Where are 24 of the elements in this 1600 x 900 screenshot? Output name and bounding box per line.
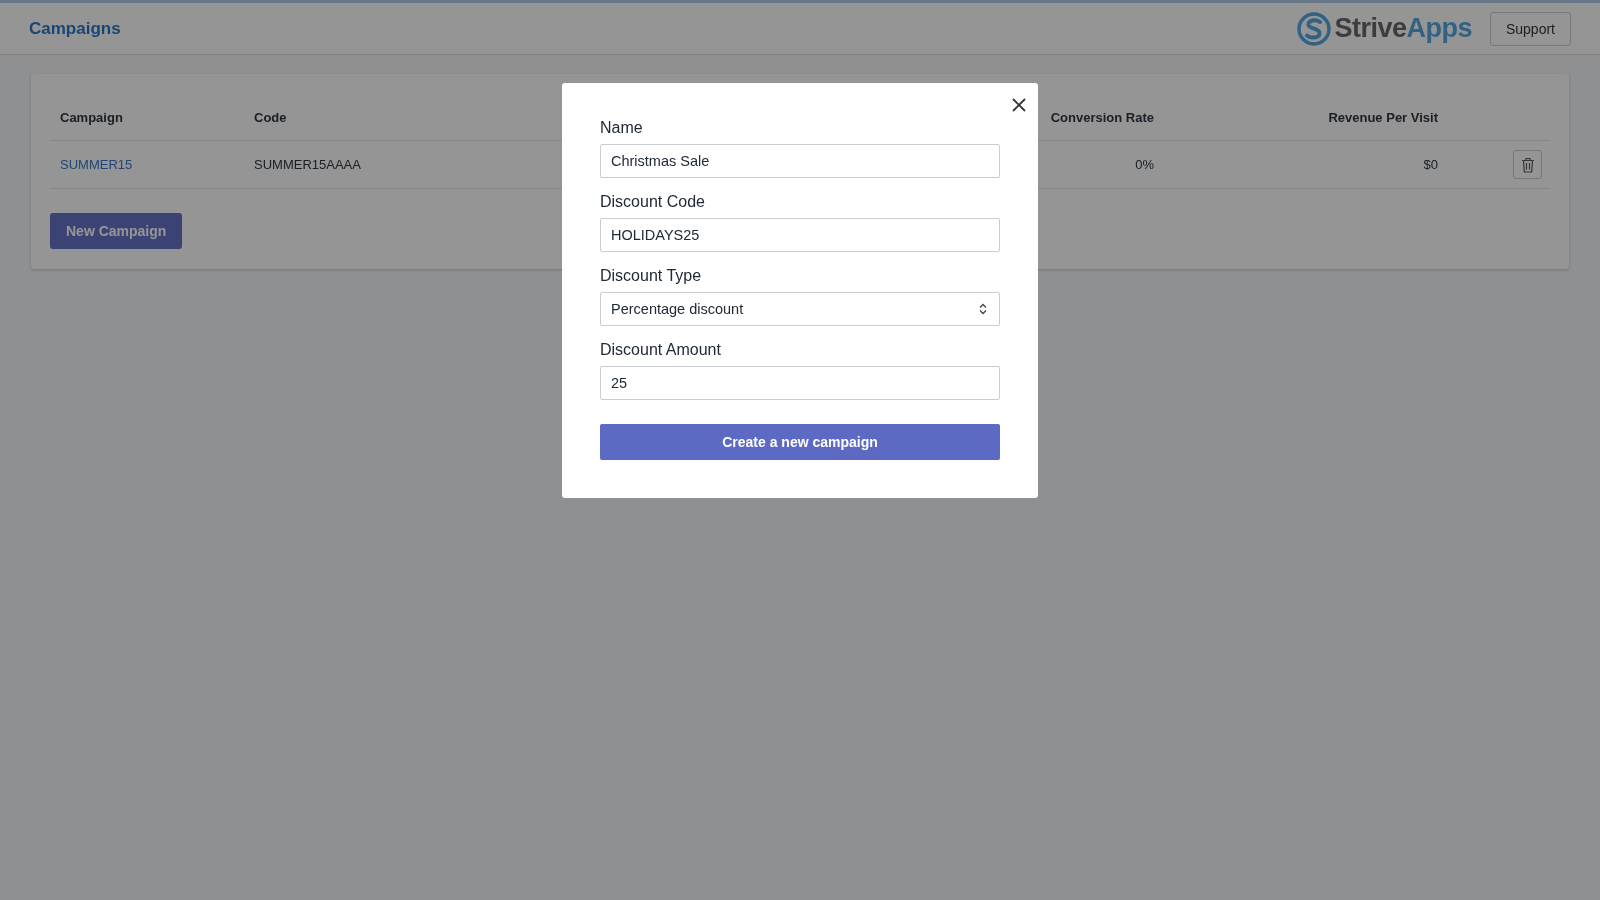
input-field[interactable]: Christmas Sale bbox=[600, 144, 1000, 178]
trash-icon bbox=[1520, 156, 1535, 173]
create-campaign-button[interactable]: Create a new campaign bbox=[600, 424, 1000, 460]
logo-text: StriveApps bbox=[1334, 13, 1472, 44]
logo-icon bbox=[1297, 11, 1332, 46]
field-label: Discount Amount bbox=[600, 341, 722, 359]
column-header: Revenue Per Visit bbox=[1328, 109, 1438, 125]
column-header: Campaign bbox=[59, 109, 123, 125]
column-header: Code bbox=[253, 109, 287, 125]
delete-button[interactable] bbox=[1513, 150, 1542, 179]
table-cell: 0% bbox=[1135, 157, 1154, 172]
field-label: Discount Type bbox=[600, 267, 703, 285]
page-title: Campaigns bbox=[29, 18, 121, 39]
input-field[interactable]: 25 bbox=[600, 366, 1000, 400]
field-label: Name bbox=[600, 119, 644, 137]
dropdown[interactable]: Percentage discount bbox=[600, 292, 1000, 326]
support-button[interactable]: Support bbox=[1489, 11, 1571, 46]
column-header: Conversion Rate bbox=[1050, 109, 1154, 125]
input-field[interactable]: HOLIDAYS25 bbox=[600, 218, 1000, 252]
field-label: Discount Code bbox=[600, 193, 706, 211]
sort-caret-icon bbox=[979, 303, 987, 315]
table-cell: $0 bbox=[1423, 157, 1438, 172]
table-cell-text: SUMMER15AAAA bbox=[253, 157, 361, 172]
close-icon[interactable] bbox=[1012, 98, 1026, 112]
